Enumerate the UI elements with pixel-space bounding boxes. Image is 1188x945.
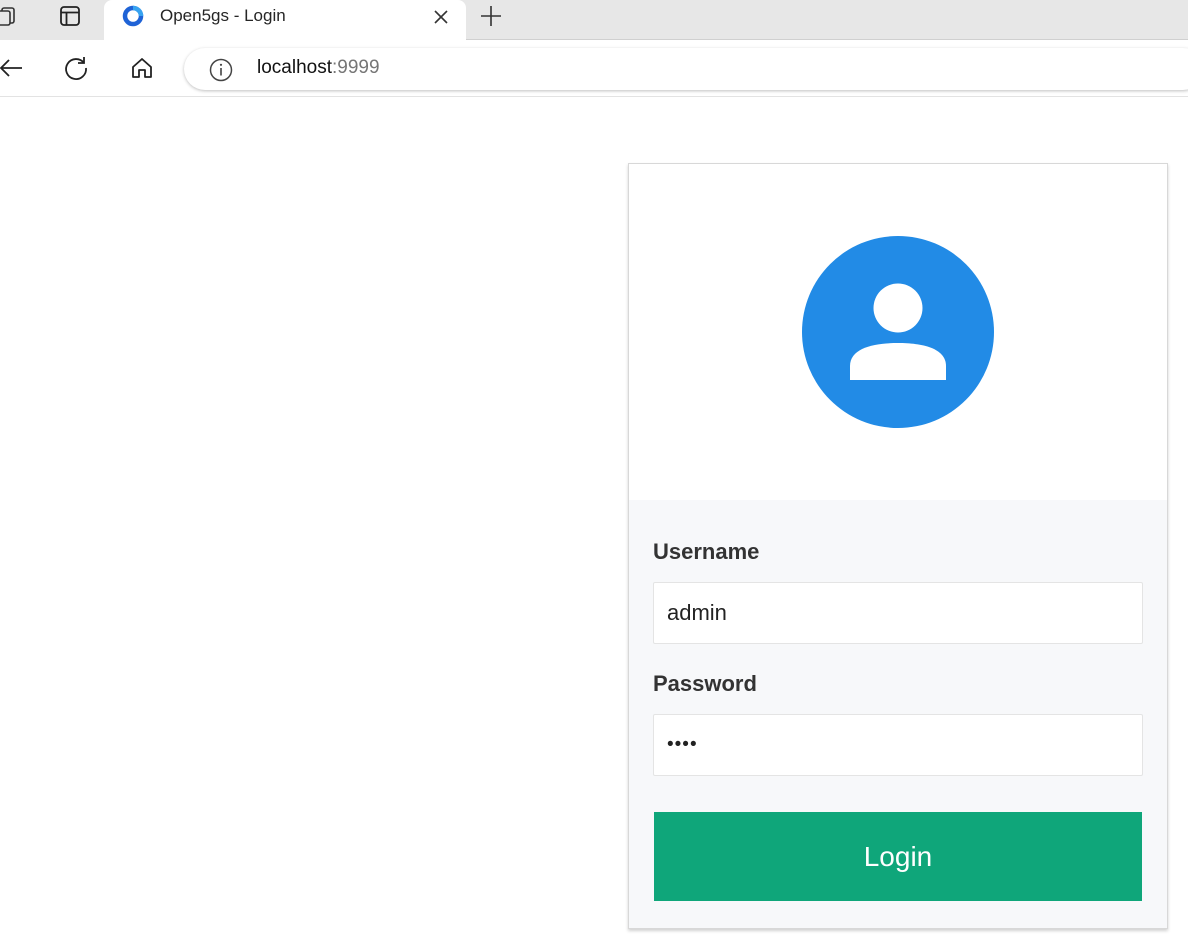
username-label: Username — [653, 539, 760, 564]
login-card: Username Password Login — [628, 163, 1168, 929]
url-port: :9999 — [332, 57, 380, 78]
info-icon[interactable] — [208, 57, 234, 83]
home-icon[interactable] — [126, 52, 158, 84]
plus-icon[interactable] — [478, 3, 504, 29]
tab-actions-icon[interactable] — [54, 4, 86, 28]
address-bar[interactable]: localhost:9999 — [184, 48, 1188, 90]
browser-tab-strip: Open5gs - Login — [0, 0, 1188, 41]
avatar-section — [629, 164, 1167, 500]
browser-toolbar: localhost:9999 — [0, 40, 1188, 97]
password-label: Password — [653, 671, 757, 696]
refresh-icon[interactable] — [60, 52, 92, 84]
close-icon[interactable] — [430, 6, 452, 28]
url-text[interactable]: localhost:9999 — [257, 57, 380, 79]
url-host: localhost — [257, 57, 332, 78]
active-tab[interactable]: Open5gs - Login — [104, 0, 466, 41]
tab-title: Open5gs - Login — [160, 6, 286, 25]
login-form: Username Password Login — [629, 500, 1167, 928]
login-button[interactable]: Login — [654, 812, 1142, 901]
back-arrow-icon[interactable] — [0, 52, 26, 84]
open5gs-ring-icon — [122, 5, 144, 27]
user-avatar-icon — [802, 236, 994, 428]
username-input[interactable] — [653, 582, 1143, 644]
password-input[interactable] — [653, 714, 1143, 776]
workspaces-icon[interactable] — [0, 4, 24, 28]
